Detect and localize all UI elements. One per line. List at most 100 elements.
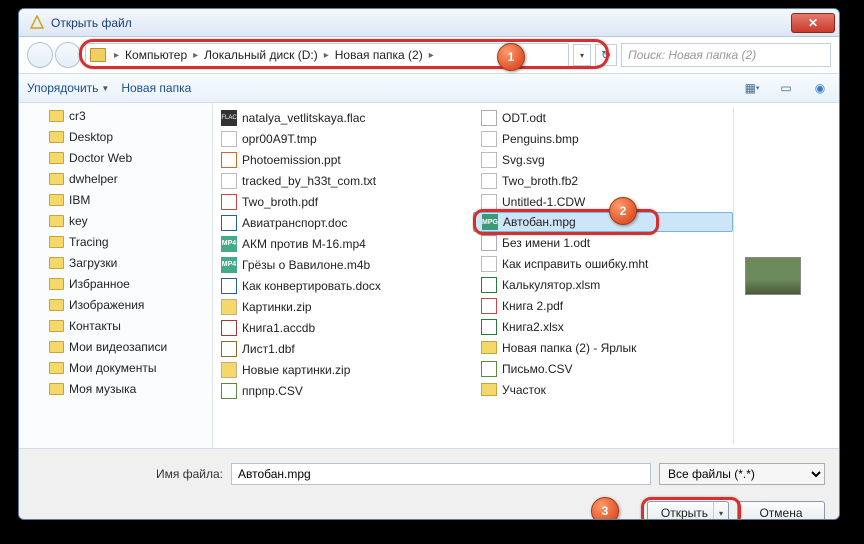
file-name: Книга1.accdb (242, 321, 315, 335)
refresh-button[interactable]: ↻ (595, 44, 617, 66)
view-options-icon[interactable]: ▦▾ (741, 78, 763, 98)
file-item[interactable]: Книга2.xlsx (473, 316, 733, 337)
file-icon (481, 194, 497, 210)
app-icon (29, 15, 45, 31)
open-button-dropdown[interactable]: ▾ (713, 501, 729, 520)
sidebar-item[interactable]: Избранное (19, 273, 212, 294)
sidebar-item[interactable]: Мои документы (19, 357, 212, 378)
file-icon (481, 173, 497, 189)
file-item[interactable]: ппрпр.CSV (213, 380, 473, 401)
new-folder-button[interactable]: Новая папка (121, 81, 191, 95)
file-item[interactable]: Two_broth.fb2 (473, 170, 733, 191)
window-title: Открыть файл (51, 16, 791, 30)
folder-icon (49, 173, 64, 185)
titlebar[interactable]: Открыть файл ✕ (19, 9, 839, 37)
file-item[interactable]: Photoemission.ppt (213, 149, 473, 170)
folder-icon (49, 152, 64, 164)
file-item[interactable]: ODT.odt (473, 107, 733, 128)
file-icon (481, 256, 497, 272)
file-item[interactable]: tracked_by_h33t_com.txt (213, 170, 473, 191)
sidebar[interactable]: cr3DesktopDoctor Web dwhelper IBM key Tracin… (19, 103, 213, 448)
sidebar-label: dwhelper (69, 172, 118, 186)
sidebar-item[interactable]: Контакты (19, 315, 212, 336)
sidebar-item[interactable]: Doctor Web (19, 147, 212, 168)
folder-icon (49, 383, 64, 395)
sidebar-item[interactable]: dwhelper (19, 168, 212, 189)
chevron-right-icon: ▸ (110, 50, 123, 61)
file-item[interactable]: FLACnatalya_vetlitskaya.flac (213, 107, 473, 128)
file-item[interactable]: Книга 2.pdf (473, 295, 733, 316)
file-icon (221, 278, 237, 294)
sidebar-item[interactable]: key (19, 210, 212, 231)
breadcrumb-part[interactable]: Новая папка (2) (333, 48, 425, 62)
file-name: Как исправить ошибку.mht (502, 257, 648, 271)
file-item[interactable]: Новая папка (2) - Ярлык (473, 337, 733, 358)
organize-menu[interactable]: Упорядочить▼ (27, 81, 109, 95)
file-name: Untitled-1.CDW (502, 195, 585, 209)
file-item[interactable]: Svg.svg (473, 149, 733, 170)
sidebar-label: Контакты (69, 319, 121, 333)
file-item[interactable]: MP4АКМ против М-16.mp4 (213, 233, 473, 254)
callout-1: 1 (497, 43, 525, 71)
file-item[interactable]: Участок (473, 379, 733, 400)
file-name: Two_broth.fb2 (502, 174, 578, 188)
file-item[interactable]: MPGАвтобан.mpg (473, 212, 733, 232)
close-button[interactable]: ✕ (791, 13, 835, 33)
file-item[interactable]: Лист1.dbf (213, 338, 473, 359)
file-name: Новые картинки.zip (242, 363, 350, 377)
breadcrumb-part[interactable]: Компьютер (123, 48, 189, 62)
file-icon: MP4 (221, 236, 237, 252)
open-button[interactable]: Открыть (647, 501, 721, 520)
file-item[interactable]: Как исправить ошибку.mht (473, 253, 733, 274)
file-list[interactable]: FLACnatalya_vetlitskaya.flacopr00A9T.tmp… (213, 103, 839, 448)
file-name: Книга 2.pdf (502, 299, 563, 313)
forward-button[interactable] (55, 42, 81, 68)
sidebar-item[interactable]: Tracing (19, 231, 212, 252)
file-item[interactable]: MP4Грёзы о Вавилоне.m4b (213, 254, 473, 275)
back-button[interactable] (27, 42, 53, 68)
sidebar-item[interactable]: Моя музыка (19, 378, 212, 399)
file-item[interactable]: Без имени 1.odt (473, 232, 733, 253)
sidebar-label: Изображения (69, 298, 144, 312)
filename-input[interactable] (231, 463, 651, 485)
file-item[interactable]: Two_broth.pdf (213, 191, 473, 212)
sidebar-item[interactable]: Изображения (19, 294, 212, 315)
file-item[interactable]: opr00A9T.tmp (213, 128, 473, 149)
sidebar-item[interactable]: Загрузки (19, 252, 212, 273)
file-item[interactable]: Книга1.accdb (213, 317, 473, 338)
file-item[interactable]: Untitled-1.CDW (473, 191, 733, 212)
breadcrumb-part[interactable]: Локальный диск (D:) (202, 48, 320, 62)
file-icon (481, 383, 497, 396)
file-filter-select[interactable]: Все файлы (*.*) (659, 463, 825, 485)
file-item[interactable]: Авиатранспорт.doc (213, 212, 473, 233)
sidebar-item[interactable]: Мои видеозаписи (19, 336, 212, 357)
file-icon (221, 299, 237, 315)
file-item[interactable]: Картинки.zip (213, 296, 473, 317)
filename-label: Имя файла: (33, 467, 223, 481)
search-placeholder: Поиск: Новая папка (2) (628, 48, 756, 62)
file-item[interactable]: Как конвертировать.docx (213, 275, 473, 296)
sidebar-item[interactable]: IBM (19, 189, 212, 210)
folder-icon (49, 194, 64, 206)
sidebar-label: Избранное (69, 277, 130, 291)
breadcrumb-dropdown[interactable]: ▾ (573, 44, 591, 66)
sidebar-item[interactable]: Desktop (19, 126, 212, 147)
file-icon (481, 298, 497, 314)
search-input[interactable]: Поиск: Новая папка (2) (621, 43, 831, 67)
file-icon (481, 341, 497, 354)
sidebar-label: Загрузки (69, 256, 117, 270)
sidebar-label: Мои документы (69, 361, 156, 375)
file-item[interactable]: Калькулятор.xlsm (473, 274, 733, 295)
file-icon (481, 361, 497, 377)
toolbar: Упорядочить▼ Новая папка ▦▾ ▭ ◉ (19, 73, 839, 103)
file-item[interactable]: Penguins.bmp (473, 128, 733, 149)
sidebar-label: key (69, 214, 88, 228)
help-icon[interactable]: ◉ (809, 78, 831, 98)
file-item[interactable]: Новые картинки.zip (213, 359, 473, 380)
cancel-button[interactable]: Отмена (737, 501, 825, 520)
file-item[interactable]: Письмо.CSV (473, 358, 733, 379)
sidebar-label: IBM (69, 193, 90, 207)
preview-pane-icon[interactable]: ▭ (775, 78, 797, 98)
sidebar-item[interactable]: cr3 (19, 105, 212, 126)
folder-icon (49, 278, 64, 290)
